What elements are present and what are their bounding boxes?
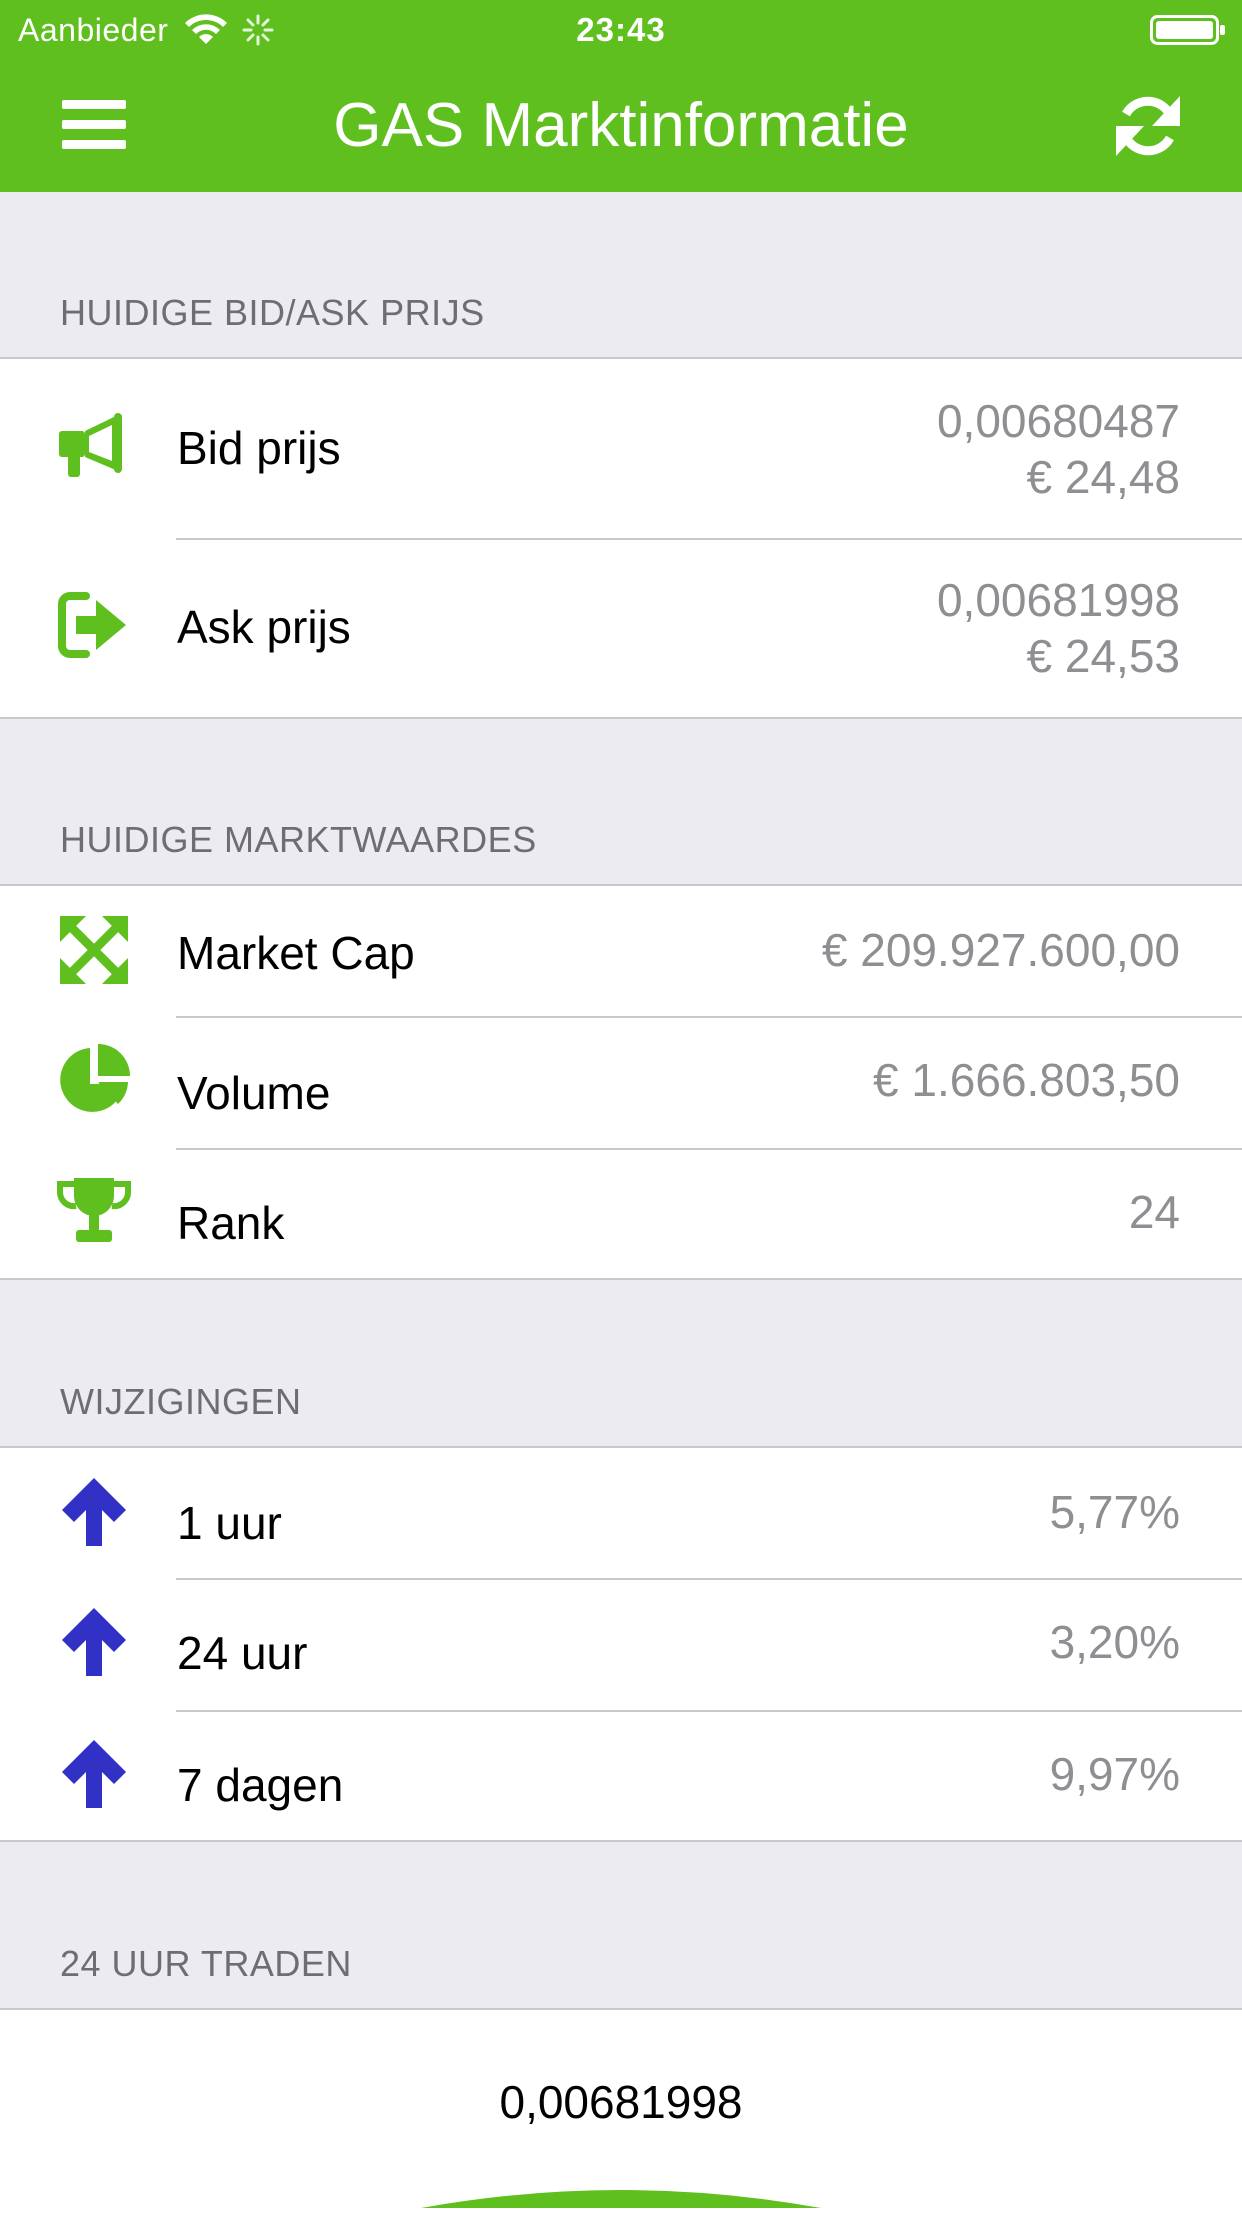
- trading-value: 0,00681998: [499, 2076, 743, 2128]
- ask-price-row[interactable]: Ask prijs 0,00681998 € 24,53: [0, 538, 1242, 717]
- bid-price-label: Bid prijs: [177, 422, 341, 474]
- section-header-changes: WIJZIGINGEN: [60, 1381, 302, 1422]
- change-7d-row[interactable]: 7 dagen 9,97%: [0, 1710, 1242, 1840]
- volume-value: € 1.666.803,50: [873, 1054, 1180, 1106]
- changes-group: 1 uur 5,77% 24 uur 3,20% 7 dagen 9,97%: [0, 1446, 1242, 1842]
- bidask-group: Bid prijs 0,00680487 € 24,48 Ask prijs 0…: [0, 357, 1242, 719]
- volume-label: Volume: [177, 1067, 331, 1119]
- change-7d-value: 9,97%: [1049, 1748, 1180, 1800]
- section-header-trading: 24 UUR TRADEN: [60, 1943, 352, 1984]
- change-24h-label: 24 uur: [177, 1627, 308, 1679]
- top-bar: Aanbieder 23:43 GAS Marktinformatie: [0, 0, 1242, 192]
- sign-out-icon: [58, 592, 126, 658]
- battery-icon: [1150, 15, 1225, 45]
- expand-arrows-icon: [60, 916, 128, 984]
- change-1h-label: 1 uur: [177, 1497, 282, 1549]
- volume-row[interactable]: Volume € 1.666.803,50: [0, 1016, 1242, 1148]
- arrow-up-icon: [62, 1608, 126, 1676]
- change-1h-row[interactable]: 1 uur 5,77%: [0, 1448, 1242, 1578]
- rank-value: 24: [1128, 1186, 1180, 1238]
- market-cap-row[interactable]: Market Cap € 209.927.600,00: [0, 886, 1242, 1016]
- refresh-icon[interactable]: [1114, 92, 1182, 160]
- status-time: 23:43: [576, 11, 666, 48]
- arrow-up-icon: [62, 1478, 126, 1546]
- pie-chart-icon: [60, 1044, 130, 1112]
- change-1h-value: 5,77%: [1049, 1486, 1180, 1538]
- rank-label: Rank: [177, 1197, 285, 1249]
- market-group: Market Cap € 209.927.600,00 Volume € 1.6…: [0, 884, 1242, 1280]
- rank-row[interactable]: Rank 24: [0, 1148, 1242, 1278]
- section-header-bidask: HUIDIGE BID/ASK PRIJS: [60, 292, 485, 333]
- bid-price-row[interactable]: Bid prijs 0,00680487 € 24,48: [0, 359, 1242, 538]
- megaphone-icon: [59, 413, 122, 477]
- trading-gauge: [421, 2190, 821, 2208]
- bid-price-eur: € 24,48: [1026, 451, 1180, 503]
- trophy-icon: [56, 1178, 132, 1242]
- arrow-up-icon: [62, 1740, 126, 1808]
- section-header-market: HUIDIGE MARKTWAARDES: [60, 819, 537, 860]
- market-cap-label: Market Cap: [177, 927, 415, 979]
- bid-price-value: 0,00680487 € 24,48: [937, 393, 1180, 505]
- page-title: GAS Marktinformatie: [333, 91, 909, 160]
- market-cap-value: € 209.927.600,00: [821, 924, 1180, 976]
- bid-price-crypto: 0,00680487: [936, 395, 1180, 447]
- ask-price-crypto: 0,00681998: [936, 574, 1180, 626]
- change-24h-value: 3,20%: [1049, 1616, 1180, 1668]
- change-24h-row[interactable]: 24 uur 3,20%: [0, 1578, 1242, 1710]
- ask-price-eur: € 24,53: [1026, 630, 1180, 682]
- change-7d-label: 7 dagen: [177, 1759, 344, 1811]
- ask-price-value: 0,00681998 € 24,53: [937, 572, 1180, 684]
- ask-price-label: Ask prijs: [177, 601, 351, 653]
